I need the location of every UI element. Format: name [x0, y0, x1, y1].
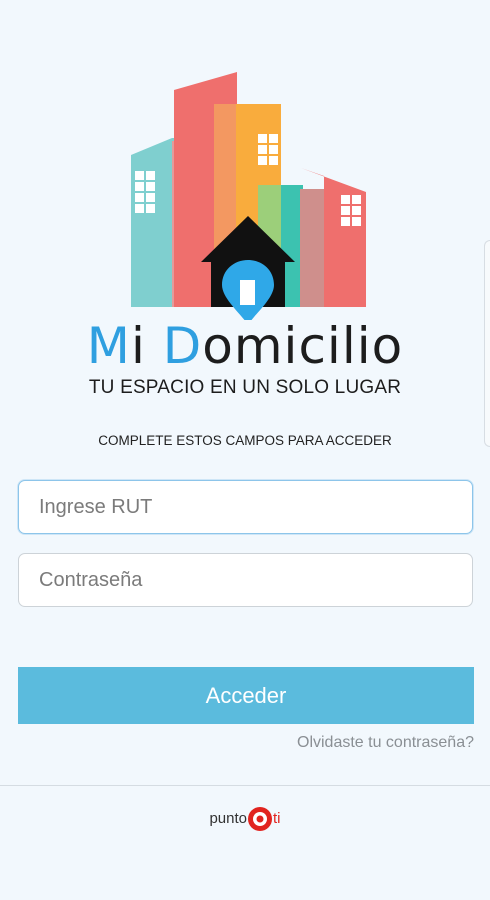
- password-input[interactable]: [18, 553, 473, 607]
- target-icon: [246, 805, 274, 833]
- brand-tagline: TU ESPACIO EN UN SOLO LUGAR: [88, 377, 402, 398]
- acceder-button[interactable]: Acceder: [18, 667, 474, 724]
- forgot-password-link[interactable]: Olvidaste tu contraseña?: [297, 734, 474, 752]
- footer-logo-left: punto: [209, 810, 248, 827]
- footer-logo: punto ti: [0, 805, 490, 833]
- edge-panel-handle[interactable]: [484, 240, 490, 447]
- form-instructions: COMPLETE ESTOS CAMPOS PARA ACCEDER: [98, 433, 392, 448]
- divider: [0, 785, 490, 786]
- brand-initial-d: D: [162, 317, 203, 375]
- brand-name-part-1: i: [130, 317, 163, 375]
- brand-name: Mi Domicilio: [0, 318, 490, 374]
- brand-initial-m: M: [86, 317, 131, 375]
- buildings-house-logo-icon: [131, 72, 366, 320]
- footer-logo-right: ti: [273, 810, 281, 827]
- rut-input[interactable]: [18, 480, 473, 534]
- brand-name-part-2: omicilio: [202, 317, 404, 375]
